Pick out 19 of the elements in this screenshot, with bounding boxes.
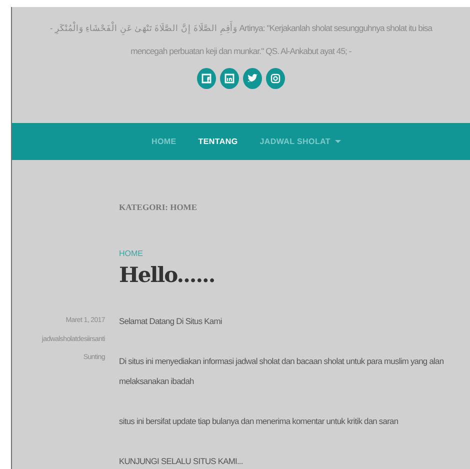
social-button[interactable] [220, 68, 239, 89]
nav-link[interactable]: HOME [151, 137, 176, 146]
post-title: Hello...... [119, 262, 216, 287]
instagram-icon [270, 73, 281, 84]
twitter-icon [247, 73, 258, 84]
post-paragraph: KUNJUNGI SELALU SITUS KAMI... [119, 455, 244, 468]
social-button[interactable] [197, 68, 216, 89]
post-paragraph: Di situs ini menyediakan informasi jadwal sholat dan bacaan sholat untuk para muslim yang alan melaksanakan ibadah [119, 355, 445, 388]
post-paragraph: situs ini bersifat update tiap bulanya dan menerima komentar untuk kritik dan saran [119, 415, 400, 428]
facebook-icon [201, 73, 212, 84]
category-link[interactable]: HOME [119, 249, 470, 258]
nav-link[interactable]: TENTANG [198, 137, 238, 146]
quote-text: - وَأَقِمِ الصَّلَاةَ إِنَّ الصَّلَاةَ تَنْهَىٰ عَنِ الْفَحْشَاءِ وَالْمُنْكَرِ Artinya: "Kerjakanlah sholat sesungguhnya sholat itu bisa mencegah perbuatan keji dan munkar." QS. Al-Ankabut ayat 45; - [48, 20, 434, 58]
social-button[interactable] [243, 68, 262, 89]
post-paragraph: Selamat Datang Di Situs Kami [119, 315, 223, 328]
archive-title: KATEGORI: HOME [119, 202, 198, 212]
linkedin-icon [224, 73, 235, 84]
social-button[interactable] [266, 68, 285, 89]
nav-link[interactable]: JADWAL SHOLAT [260, 137, 341, 146]
